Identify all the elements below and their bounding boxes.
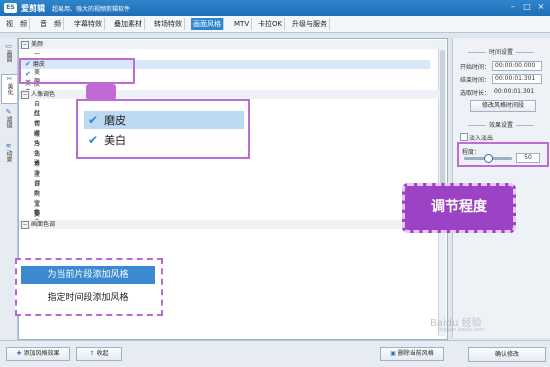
list-item[interactable]: 冷色 bbox=[19, 140, 40, 157]
list-item-label: 画面色调 bbox=[31, 221, 56, 228]
list-category[interactable]: − 人像调色 bbox=[19, 90, 439, 99]
app-slogan: 超易用、强大的视频剪辑软件 bbox=[52, 6, 131, 13]
end-time-label: 结束时间： bbox=[460, 77, 491, 84]
list-item[interactable]: 复古 bbox=[19, 210, 40, 227]
list-item[interactable]: 日系 bbox=[19, 180, 40, 197]
pencil-icon: ✎ bbox=[5, 108, 12, 116]
app-logo: ES bbox=[4, 3, 17, 13]
side-tab-motion[interactable]: ≋ 动景 bbox=[1, 142, 16, 170]
adjust-degree-badge: 调节程度 bbox=[402, 183, 516, 233]
collapse-button[interactable]: ⇑ 收起 bbox=[76, 347, 122, 361]
side-tab-beautify[interactable]: ✂ 美化 bbox=[1, 74, 17, 104]
tab-upgrade[interactable]: 升级与服务 bbox=[290, 18, 330, 30]
callout-list-zoom: ✔ 磨皮 ✔ 美白 bbox=[76, 99, 250, 159]
end-time-field[interactable]: 00:00:01.301 bbox=[492, 74, 542, 84]
list-item-label: 美颜 bbox=[31, 41, 44, 48]
tab-overlay[interactable]: 叠加素材 bbox=[112, 18, 145, 30]
title-bar: ES 爱剪辑 超易用、强大的视频剪辑软件 – □ × bbox=[0, 0, 550, 16]
list-item[interactable]: 自然 bbox=[19, 100, 40, 117]
collapse-toggle-icon[interactable]: − bbox=[21, 40, 29, 49]
trash-icon: ▣ bbox=[390, 350, 396, 357]
picture-icon: ▭ bbox=[5, 42, 12, 50]
tab-style[interactable]: 画面风格 bbox=[191, 18, 224, 30]
collapse-toggle-icon[interactable]: − bbox=[21, 90, 29, 99]
duration-value: 00:00:01.301 bbox=[494, 88, 535, 95]
effect-settings-header: 效果设置 bbox=[458, 120, 544, 129]
list-category[interactable]: − 画面色调 bbox=[19, 220, 439, 229]
add-icon: ✚ bbox=[16, 350, 22, 357]
side-tab-picture[interactable]: ▭ 画面 bbox=[1, 42, 16, 70]
delete-style-button[interactable]: ▣ 删除当前风格 bbox=[380, 347, 444, 361]
close-button[interactable]: × bbox=[536, 2, 546, 12]
check-icon: ✔ bbox=[88, 113, 99, 127]
list-item[interactable]: 蓝调 bbox=[19, 170, 40, 187]
confirm-modify-button[interactable]: 确认修改 bbox=[468, 347, 546, 362]
list-item[interactable]: 暖色 bbox=[19, 130, 40, 147]
add-style-button[interactable]: ✚ 添加风格效果 bbox=[6, 347, 70, 361]
app-title: 爱剪辑 bbox=[21, 4, 45, 13]
start-time-label: 开始时间： bbox=[460, 64, 491, 71]
list-item[interactable]: 淡雅 bbox=[19, 150, 40, 167]
degree-highlight bbox=[457, 142, 549, 167]
list-item[interactable]: 青嫩 bbox=[19, 120, 40, 137]
duration-label: 选取时长： bbox=[460, 90, 491, 97]
check-icon: ✔ bbox=[88, 133, 99, 147]
tab-subtitle-effects[interactable]: 字幕特效 bbox=[72, 18, 105, 30]
list-item[interactable]: 宝丽来 bbox=[19, 200, 40, 226]
list-item[interactable]: 阿宝色 bbox=[19, 190, 40, 216]
callout-connector bbox=[86, 84, 116, 100]
menu-add-current-segment[interactable]: 为当前片段添加风格 bbox=[21, 266, 155, 284]
list-category[interactable]: − 美颜 bbox=[19, 40, 439, 49]
modify-style-time-button[interactable]: 修改风格时间段 bbox=[470, 100, 536, 112]
side-tab-filter[interactable]: ✎ 滤镜 bbox=[1, 108, 16, 136]
callout-add-menu: 为当前片段添加风格 指定时间段添加风格 bbox=[15, 258, 163, 316]
list-item[interactable]: 红润 bbox=[19, 110, 40, 127]
tab-transition[interactable]: 转场特效 bbox=[152, 18, 185, 30]
start-time-field[interactable]: 00:00:00.000 bbox=[492, 61, 542, 71]
tab-karaoke[interactable]: 卡拉OK bbox=[256, 18, 286, 30]
baidu-watermark-url: jingyan.baidu.com bbox=[438, 327, 485, 333]
collapse-icon: ⇑ bbox=[89, 350, 95, 357]
scissors-icon: ✂ bbox=[6, 75, 13, 83]
list-selection-highlight bbox=[19, 58, 135, 84]
waves-icon: ≋ bbox=[5, 142, 12, 150]
callout-item-smooth: ✔ 磨皮 bbox=[84, 111, 244, 129]
collapse-toggle-icon[interactable]: − bbox=[21, 220, 29, 229]
list-item-label: 人像调色 bbox=[31, 91, 56, 98]
fade-label: 淡入淡出 bbox=[469, 135, 494, 142]
minimize-button[interactable]: – bbox=[508, 2, 518, 12]
tab-video[interactable]: 视 频 bbox=[4, 18, 30, 30]
tab-audio[interactable]: 音 频 bbox=[38, 18, 64, 30]
menu-bar: 视 频 音 频 字幕特效 叠加素材 转场特效 画面风格 MTV 卡拉OK 升级与… bbox=[0, 16, 550, 33]
fade-checkbox[interactable] bbox=[460, 133, 468, 141]
bottom-bar: ✚ 添加风格效果 ⇑ 收起 ▣ 删除当前风格 确认修改 bbox=[0, 340, 550, 367]
callout-item-whiten: ✔ 美白 bbox=[88, 133, 127, 147]
time-settings-header: 时间设置 bbox=[458, 47, 544, 56]
menu-add-time-range[interactable]: 指定时间段添加风格 bbox=[21, 289, 155, 307]
maximize-button[interactable]: □ bbox=[522, 2, 532, 12]
tab-mtv[interactable]: MTV bbox=[232, 18, 253, 30]
list-item[interactable]: 素净 bbox=[19, 160, 40, 177]
